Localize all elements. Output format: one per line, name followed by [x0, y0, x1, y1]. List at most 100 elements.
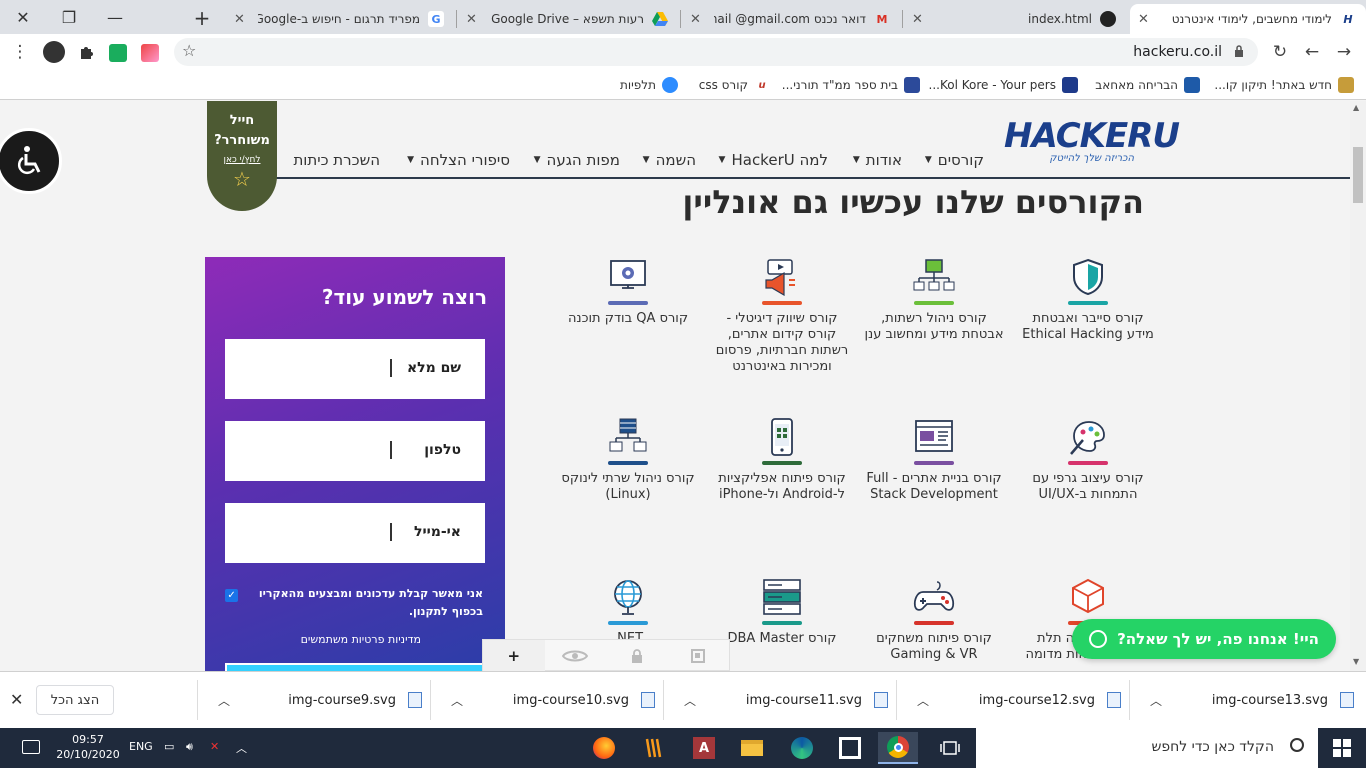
- restore-window-button[interactable]: ❐: [46, 0, 92, 34]
- close-tab-icon[interactable]: ✕: [234, 12, 245, 27]
- close-tab-icon[interactable]: ✕: [690, 12, 701, 27]
- tab-index-html[interactable]: index.html ✕: [904, 4, 1126, 34]
- course-card-qa[interactable]: קורס QA בודק תוכנה: [558, 257, 698, 327]
- close-tab-icon[interactable]: ✕: [912, 12, 923, 27]
- notifications-icon[interactable]: [22, 740, 40, 754]
- lock-icon[interactable]: [1234, 45, 1244, 57]
- download-item[interactable]: img-course13.svg ︿: [1136, 680, 1364, 720]
- eye-icon[interactable]: [545, 640, 607, 671]
- download-item[interactable]: img-course12.svg ︿: [903, 680, 1131, 720]
- firefox-app-icon[interactable]: [584, 732, 624, 764]
- fullname-field[interactable]: שם מלא: [225, 339, 485, 399]
- sublime-app-icon[interactable]: [634, 732, 674, 764]
- close-tab-icon[interactable]: ✕: [1138, 12, 1149, 27]
- accessibility-button[interactable]: [0, 128, 62, 194]
- hackeru-logo[interactable]: HACKERU הכריזה שלך להייטק: [1004, 119, 1180, 171]
- nav-directions[interactable]: מפות הגעה ▼: [534, 151, 620, 169]
- minimize-window-button[interactable]: —: [92, 0, 138, 34]
- show-all-downloads-button[interactable]: הצג הכל: [36, 685, 114, 715]
- app-window-icon[interactable]: [830, 732, 870, 764]
- new-tab-button[interactable]: +: [188, 4, 216, 32]
- chevron-up-icon[interactable]: ︿: [451, 692, 463, 709]
- course-card-gaming[interactable]: קורס פיתוח משחקים Gaming & VR: [864, 577, 1004, 663]
- chevron-up-icon[interactable]: ︿: [684, 692, 696, 709]
- close-downloads-icon[interactable]: ✕: [10, 690, 23, 709]
- nav-why-hackeru[interactable]: למה HackerU ▼: [719, 151, 828, 169]
- privacy-policy-link[interactable]: מדיניות פרטיות משתמשים: [301, 633, 421, 646]
- nav-courses[interactable]: קורסים ▼: [925, 151, 984, 169]
- whatsapp-extension-icon[interactable]: [109, 44, 127, 62]
- chevron-up-icon[interactable]: ︿: [917, 692, 929, 709]
- window-icon[interactable]: [668, 640, 730, 671]
- extensions-puzzle-icon[interactable]: [72, 38, 100, 66]
- whatsapp-chat-button[interactable]: היי! אנחנו פה, יש לך שאלה?: [1072, 619, 1336, 659]
- nav-classroom-rental[interactable]: השכרת כיתות: [293, 151, 380, 169]
- tab-google-translate[interactable]: G מפריד תרגום - חיפוש ב-Google ✕: [226, 4, 454, 34]
- chevron-up-icon[interactable]: ︿: [1150, 692, 1162, 709]
- course-card-dotnet[interactable]: NET.: [558, 577, 698, 647]
- submit-button[interactable]: [225, 663, 485, 671]
- access-app-icon[interactable]: A: [684, 732, 724, 764]
- reload-icon[interactable]: ↻: [1266, 38, 1294, 66]
- taskbar-search-box[interactable]: הקלד כאן כדי לחפש: [976, 728, 1318, 768]
- bookmark-item[interactable]: בית ספר ממ"ד תורני...: [782, 76, 920, 94]
- add-button[interactable]: +: [483, 640, 545, 671]
- bookmark-item[interactable]: u קורס css: [699, 76, 770, 94]
- page-scrollbar[interactable]: ▲ ▼: [1350, 101, 1366, 671]
- download-item[interactable]: img-course9.svg ︿: [204, 680, 432, 720]
- tab-hackeru[interactable]: H לימודי מחשבים, לימודי אינטרנט ✕: [1130, 4, 1366, 34]
- nav-success-stories[interactable]: סיפורי הצלחה ▼: [407, 151, 510, 169]
- nav-about[interactable]: אודות ▼: [853, 151, 902, 169]
- course-card-network[interactable]: קורס ניהול רשתות, אבטחת מידע ומחשוב ענן: [864, 257, 1004, 343]
- file-explorer-icon[interactable]: [732, 732, 772, 764]
- bookmark-label: Kol Kore - Your pers...: [928, 78, 1056, 92]
- course-card-fullstack[interactable]: קורס בניית אתרים - Full Stack Developmen…: [864, 417, 1004, 503]
- profile-avatar[interactable]: [40, 38, 68, 66]
- menu-dots-icon[interactable]: ⋮: [6, 38, 34, 66]
- network-icon[interactable]: ▭: [164, 740, 174, 753]
- system-clock[interactable]: 09:57 20/10/2020: [56, 732, 120, 762]
- chevron-up-icon[interactable]: ︿: [218, 692, 230, 709]
- course-card-linux[interactable]: קורס ניהול שרתי לינוקס (Linux): [558, 417, 698, 503]
- nav-placement[interactable]: השמה ▼: [643, 151, 696, 169]
- language-indicator[interactable]: ENG: [129, 740, 153, 753]
- badge-link[interactable]: לחץ/י כאן: [207, 155, 277, 165]
- course-card-apps[interactable]: קורס פיתוח אפליקציות ל-Android ול-iPhone: [712, 417, 852, 503]
- dropbox-icon[interactable]: ✕: [210, 740, 219, 753]
- tab-gmail[interactable]: M דואר נכנס Gmail @gmail.com ✕: [682, 4, 900, 34]
- scroll-thumb[interactable]: [1353, 147, 1363, 203]
- course-card-graphic-design[interactable]: קורס עיצוב גרפי עם התמחות ב-UI/UX: [1018, 417, 1158, 503]
- scroll-down-icon[interactable]: ▼: [1353, 657, 1359, 666]
- phone-field[interactable]: טלפון: [225, 421, 485, 481]
- lock-icon[interactable]: [606, 640, 668, 671]
- address-bar[interactable]: ☆ hackeru.co.il: [174, 38, 1258, 66]
- course-card-cyber[interactable]: קורס סייבר ואבטחת מידע Ethical Hacking: [1018, 257, 1158, 343]
- download-item[interactable]: img-course10.svg ︿: [437, 680, 665, 720]
- course-card-dba[interactable]: קורס DBA Master: [712, 577, 852, 647]
- bookmark-item[interactable]: Kol Kore - Your pers...: [929, 76, 1078, 94]
- course-card-marketing[interactable]: קורס שיווק דיגיטלי - קורס קידום אתרים, ר…: [712, 257, 852, 375]
- color-extension-icon[interactable]: [141, 44, 159, 62]
- tab-google-drive[interactable]: רעות תשפא – Google Drive ✕: [458, 4, 678, 34]
- windows-start-button[interactable]: [1318, 728, 1366, 768]
- close-window-button[interactable]: ✕: [0, 0, 46, 34]
- course-title: קורס עיצוב גרפי עם התמחות ב-UI/UX: [1032, 471, 1144, 502]
- email-field[interactable]: אי-מייל: [225, 503, 485, 563]
- bookmark-item[interactable]: חדש באתר! תיקון קו...: [1214, 76, 1354, 94]
- task-view-icon[interactable]: [930, 732, 970, 764]
- download-item[interactable]: img-course11.svg ︿: [670, 680, 898, 720]
- discharged-soldier-badge[interactable]: חייל משוחרר? לחץ/י כאן ☆: [207, 101, 277, 211]
- volume-icon[interactable]: 🔊︎: [186, 740, 193, 754]
- back-icon[interactable]: ←: [1298, 38, 1326, 66]
- close-tab-icon[interactable]: ✕: [466, 12, 477, 27]
- bookmark-item[interactable]: תלפיות: [620, 76, 678, 94]
- chrome-app-icon[interactable]: [878, 732, 918, 764]
- consent-checkbox[interactable]: ✓: [225, 589, 238, 602]
- edge-app-icon[interactable]: [782, 732, 822, 764]
- caret-down-icon: ▼: [924, 155, 932, 165]
- show-hidden-icons-chevron[interactable]: ︿: [236, 740, 247, 756]
- forward-icon[interactable]: →: [1330, 38, 1358, 66]
- scroll-up-icon[interactable]: ▲: [1353, 103, 1359, 112]
- bookmark-item[interactable]: הבריחה מאחאב: [1095, 76, 1200, 94]
- bookmark-star-icon[interactable]: ☆: [182, 41, 196, 60]
